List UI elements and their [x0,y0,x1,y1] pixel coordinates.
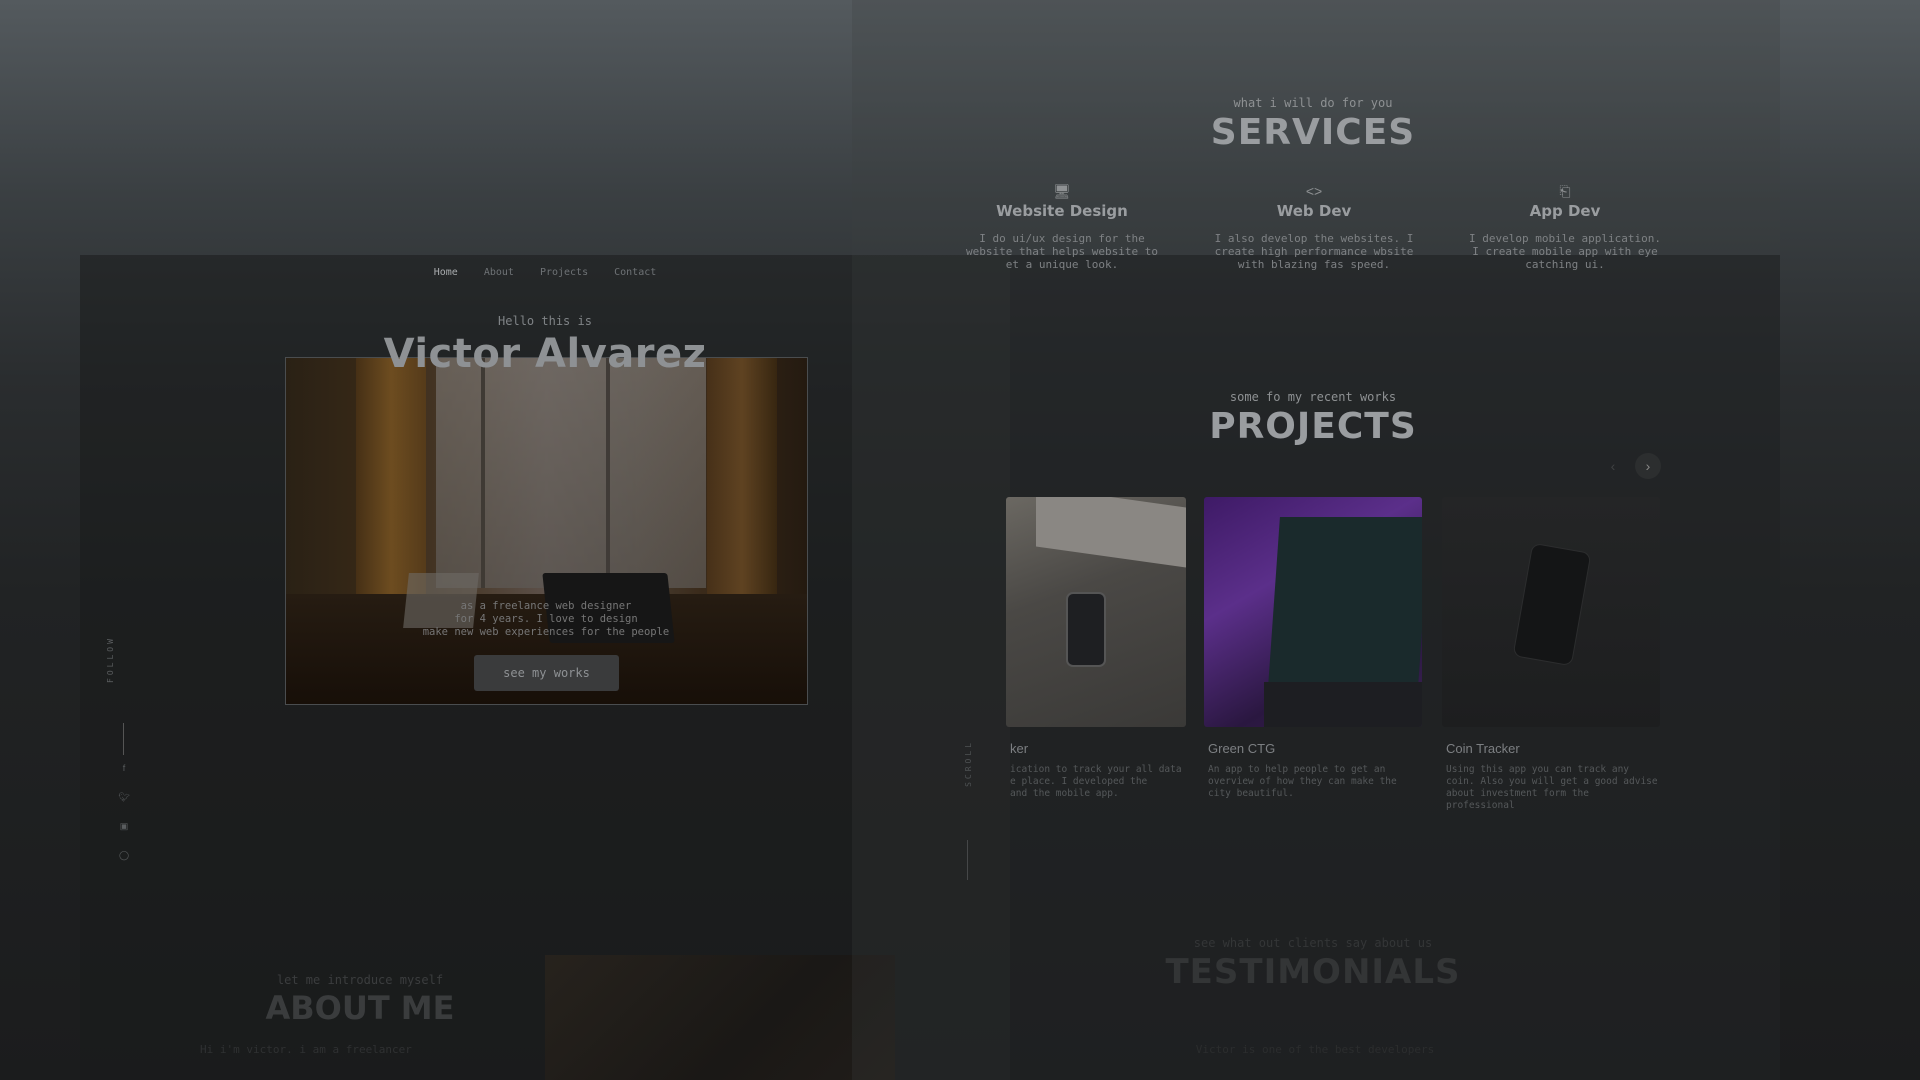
github-icon[interactable]: ◯ [117,850,131,861]
code-icon: <> [1305,183,1323,199]
service-description-line: with blazing fas speed. [1237,258,1391,271]
about-image [545,955,895,1080]
project-title: ker [1010,741,1029,756]
service-description-line: create high performance wbsite [1214,245,1414,258]
services-subtitle: what i will do for you [1233,96,1393,110]
monitor-icon: 🖥︎ [1053,183,1071,199]
service-description-line: I develop mobile application. [1468,232,1662,245]
chevron-left-icon[interactable]: ‹ [1600,453,1626,479]
project-description-line: Using this app you can track any [1446,764,1630,775]
project-description: ication to track your all data e place. … [1006,764,1186,800]
service-description: I do ui/ux design for the website that h… [957,232,1167,271]
nav-about[interactable]: About [484,267,514,278]
service-name: Website Design [996,202,1128,220]
service-website-design: 🖥︎ Website Design I do ui/ux design for … [957,183,1167,271]
project-description-line: ication to track your all data [1010,764,1182,775]
service-description-line: I also develop the websites. I [1214,232,1414,245]
service-web-dev: <> Web Dev I also develop the websites. … [1209,183,1419,271]
follow-divider [123,723,124,755]
curtain-right [707,358,777,618]
nav-home[interactable]: Home [434,267,458,278]
service-description-line: catching ui. [1525,258,1605,271]
project-description: Using this app you can track any coin. A… [1442,764,1660,812]
service-description-line: I create mobile app with eye [1472,245,1658,258]
service-name: Web Dev [1276,202,1352,220]
service-app-dev: ⎗ App Dev I develop mobile application. … [1460,183,1670,271]
testimonial-text: Victor is one of the best developers [1195,1043,1435,1056]
follow-label: FOLLOW [106,636,115,683]
service-description-line: et a unique look. [1005,258,1119,271]
nav-contact[interactable]: Contact [614,267,656,278]
mobile-app-icon: ⎗ [1559,183,1571,199]
hero-intro: as a freelance web designer for 4 years.… [396,600,696,639]
project-description-line: and the mobile app. [1010,788,1119,799]
project-description-line: about investment form the [1446,788,1589,799]
service-description: I develop mobile application. I create m… [1460,232,1670,271]
project-card[interactable]: ker ication to track your all data e pla… [1006,497,1186,800]
hero-intro-line: make new web experiences for the people [422,626,670,638]
scroll-label: SCROLL [964,740,973,787]
project-description-line: overview of how they can make the [1208,776,1397,787]
service-description-line: I do ui/ux design for the [979,232,1145,245]
project-description-line: e place. I developed the [1010,776,1148,787]
instagram-icon[interactable]: ▣ [117,821,131,832]
project-image [1204,497,1422,727]
project-description-line: coin. Also you will get a good advise [1446,776,1658,787]
hero-image: as a freelance web designer for 4 years.… [285,357,808,705]
project-title: Green CTG [1208,741,1276,756]
service-description: I also develop the websites. I create hi… [1209,232,1419,271]
projects-title: PROJECTS [1209,406,1417,447]
project-description-line: city beautiful. [1208,788,1294,799]
project-image [1442,497,1660,727]
project-card[interactable]: Coin Tracker Using this app you can trac… [1442,497,1660,812]
testimonials-subtitle: see what out clients say about us [1193,936,1433,950]
window-shape [436,358,706,588]
about-title: ABOUT ME [265,989,455,1027]
scroll-line [967,840,968,880]
project-description: An app to help people to get an overview… [1204,764,1422,800]
chevron-right-icon[interactable]: › [1635,453,1661,479]
project-card[interactable]: Green CTG An app to help people to get a… [1204,497,1422,800]
see-my-works-button[interactable]: see my works [474,655,619,691]
service-name: App Dev [1529,202,1601,220]
twitter-icon[interactable]: 🐦︎ [117,792,131,803]
service-description-line: website that helps website to [965,245,1159,258]
hero-intro-line: for 4 years. I love to design [454,613,638,625]
project-description-line: An app to help people to get an [1208,764,1386,775]
project-image [1006,497,1186,727]
about-text: Hi i'm victor. i am a freelancer [200,1043,412,1056]
curtain-left [356,358,426,608]
projects-subtitle: some fo my recent works [1229,390,1397,404]
project-title: Coin Tracker [1446,741,1520,756]
testimonials-title: TESTIMONIALS [1165,952,1461,992]
follow-rail: FOLLOW f 🐦︎ ▣ ◯ [106,635,136,860]
facebook-icon[interactable]: f [117,763,131,773]
nav-projects[interactable]: Projects [540,267,588,278]
project-description-line: professional [1446,800,1515,811]
about-subtitle: let me introduce myself [276,973,444,987]
services-title: SERVICES [1210,112,1416,153]
scroll-indicator: SCROLL [960,740,974,890]
hero-intro-line: as a freelance web designer [460,600,632,612]
